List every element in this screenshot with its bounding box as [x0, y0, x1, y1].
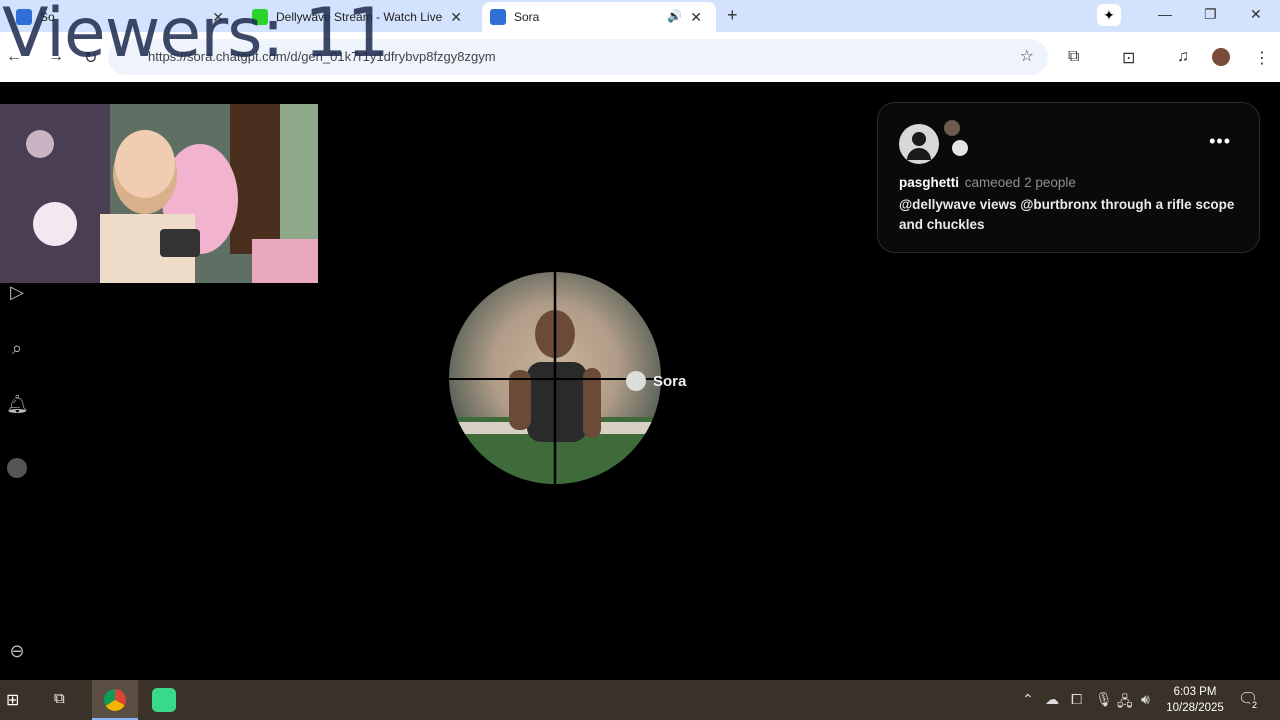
- extensions-icon[interactable]: ⧉: [1068, 48, 1079, 66]
- post-caption: @dellywave views @burtbronx through a ri…: [899, 197, 1235, 232]
- close-tab-icon[interactable]: ✕: [690, 9, 702, 26]
- profile-avatar[interactable]: [7, 458, 27, 478]
- tab-title: Sora: [514, 10, 540, 24]
- windows-start-icon[interactable]: ⊞: [6, 690, 19, 710]
- clock-date: 10/28/2025: [1166, 702, 1224, 714]
- audio-playing-icon[interactable]: 🔊: [667, 9, 682, 23]
- streamer-webcam-overlay: [0, 104, 318, 283]
- taskbar-clock[interactable]: 6:03 PM 10/28/2025: [1160, 684, 1230, 716]
- clock-time: 6:03 PM: [1173, 686, 1217, 698]
- sora-favicon-icon: [490, 9, 506, 25]
- close-window-icon[interactable]: ✕: [1250, 6, 1262, 23]
- sora-logo-icon: [626, 371, 646, 391]
- network-icon[interactable]: 🖧︎: [1117, 691, 1133, 715]
- gemini-icon[interactable]: ✦: [1097, 4, 1121, 26]
- onedrive-icon[interactable]: ☁: [1045, 691, 1059, 708]
- bell-icon[interactable]: 🔔︎: [6, 394, 29, 416]
- restore-icon[interactable]: ❐: [1204, 6, 1217, 23]
- task-view-icon[interactable]: ⧉: [54, 690, 65, 707]
- cameo-avatar-1[interactable]: [942, 118, 962, 138]
- tab-sora-active[interactable]: Sora 🔊 ✕: [482, 2, 716, 32]
- close-tab-icon[interactable]: ✕: [450, 9, 462, 26]
- chat-app-icon[interactable]: [152, 688, 176, 712]
- profile-avatar[interactable]: [1212, 48, 1230, 66]
- play-icon[interactable]: ▷: [6, 282, 28, 304]
- cameo-avatar-2[interactable]: [950, 138, 970, 158]
- post-header: pasghetti cameoed 2 people: [899, 175, 1076, 190]
- notification-count: 2: [1250, 700, 1260, 710]
- sora-watermark: Sora: [626, 371, 686, 391]
- more-menu-icon[interactable]: •••: [1209, 131, 1231, 152]
- media-control-icon[interactable]: ♫: [1177, 48, 1189, 66]
- sora-watermark-text: Sora: [653, 372, 687, 390]
- more-options-icon[interactable]: ⊖: [6, 641, 28, 663]
- volume-icon[interactable]: 🔊︎: [1141, 691, 1150, 708]
- post-username[interactable]: pasghetti: [899, 175, 959, 190]
- user-avatar[interactable]: [899, 124, 939, 164]
- meet-icon[interactable]: ⧠: [1071, 691, 1082, 708]
- bookmark-star-icon[interactable]: ☆: [1020, 39, 1034, 75]
- menu-kebab-icon[interactable]: ⋮: [1254, 48, 1270, 68]
- viewers-count-overlay: Viewers: 11: [2, 0, 390, 73]
- new-tab-icon[interactable]: +: [727, 5, 738, 26]
- tray-chevron-icon[interactable]: ⌃: [1022, 691, 1034, 708]
- cast-search-icon[interactable]: ⊡: [1122, 48, 1135, 68]
- search-icon[interactable]: ⌕: [6, 338, 28, 360]
- webcam-image: [0, 104, 318, 283]
- post-action: cameoed 2 people: [964, 175, 1076, 190]
- microphone-icon[interactable]: 🎙︎: [1095, 691, 1113, 708]
- post-info-card: ••• pasghetti cameoed 2 people @dellywav…: [877, 102, 1260, 253]
- chrome-logo-icon: [104, 689, 126, 711]
- windows-taskbar: ⊞ ⧉ ⌃ ☁ ⧠ 🎙︎ 🖧︎ 🔊︎ 🗨︎ 2: [0, 680, 1280, 720]
- minimize-icon[interactable]: —: [1158, 6, 1172, 22]
